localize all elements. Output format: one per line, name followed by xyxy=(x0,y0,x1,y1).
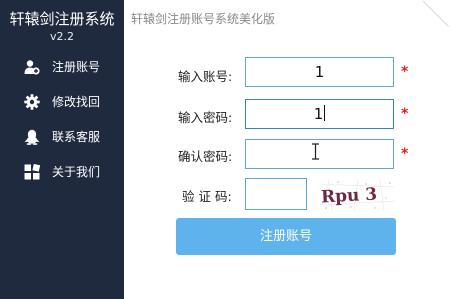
sidebar-item-modify[interactable]: 修改找回 xyxy=(0,86,124,118)
confirm-password-label: 确认密码: xyxy=(178,149,233,164)
password-value: 1 xyxy=(313,105,324,123)
captcha-label: 验 证 码: xyxy=(182,189,232,204)
grid-icon xyxy=(24,163,41,180)
text-caret xyxy=(324,105,326,121)
add-user-icon xyxy=(24,59,40,75)
captcha-input[interactable] xyxy=(245,178,307,210)
account-input[interactable]: 1 xyxy=(245,57,394,87)
sidebar-item-label: 联系客服 xyxy=(52,130,101,144)
required-mark: * xyxy=(401,106,409,122)
required-mark: * xyxy=(401,146,409,162)
password-label: 输入密码: xyxy=(178,110,233,125)
account-label: 输入账号: xyxy=(178,69,233,84)
sidebar-item-label: 关于我们 xyxy=(52,165,101,179)
sidebar: 轩辕剑注册系统 v2.2 注册账号 修改找回 联系客服 关于我们 xyxy=(0,0,124,299)
register-button[interactable]: 注册账号 xyxy=(176,218,396,255)
captcha-image[interactable]: Rpu 3 xyxy=(318,178,396,212)
gear-icon xyxy=(24,94,40,110)
sidebar-item-support[interactable]: 联系客服 xyxy=(0,121,124,153)
app-version: v2.2 xyxy=(49,30,74,43)
app-title: 轩辕剑注册系统 xyxy=(9,10,115,28)
required-mark: * xyxy=(401,64,409,80)
ibeam-cursor-icon xyxy=(312,143,319,160)
sidebar-item-label: 注册账号 xyxy=(52,60,101,74)
sidebar-item-label: 修改找回 xyxy=(52,95,101,109)
page-title: 轩辕剑注册账号系统美化版 xyxy=(131,12,276,26)
captcha-text: Rpu 3 xyxy=(321,185,378,208)
qq-penguin-icon xyxy=(24,129,40,145)
password-input[interactable]: 1 xyxy=(245,99,394,129)
sidebar-item-register[interactable]: 注册账号 xyxy=(0,51,124,83)
window-corner-decoration xyxy=(422,0,450,28)
sidebar-item-about[interactable]: 关于我们 xyxy=(0,156,124,188)
